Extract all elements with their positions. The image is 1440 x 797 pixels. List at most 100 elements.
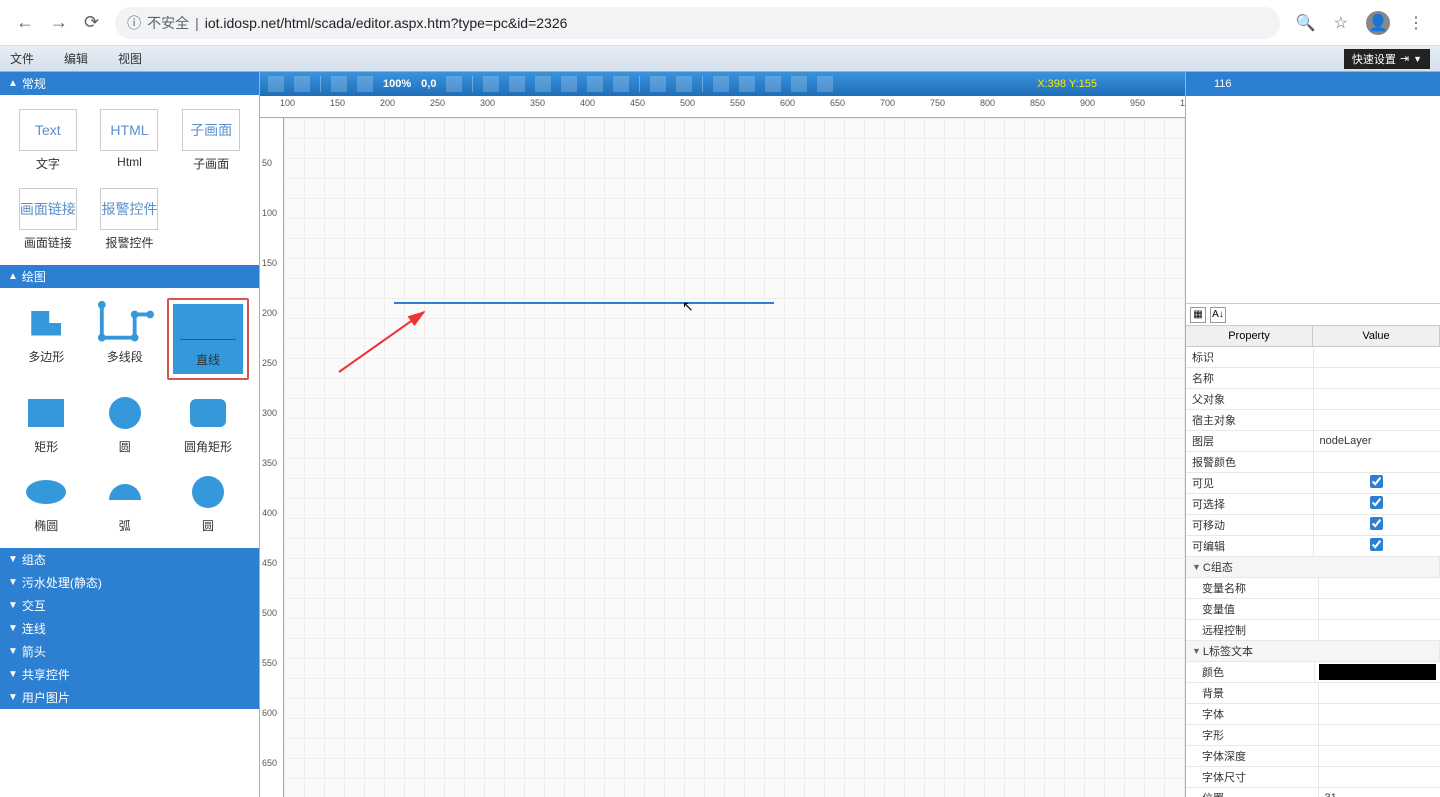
property-value[interactable] xyxy=(1314,460,1440,464)
property-value[interactable] xyxy=(1319,628,1440,632)
property-value[interactable] xyxy=(1319,712,1440,716)
property-row[interactable]: 名称 xyxy=(1186,368,1440,389)
canvas[interactable]: ↖ xyxy=(284,118,1185,797)
send-back-icon[interactable] xyxy=(739,76,755,92)
align-center-icon[interactable] xyxy=(509,76,525,92)
az-sort-icon[interactable]: A↓ xyxy=(1210,307,1226,323)
checkbox-input[interactable] xyxy=(1370,538,1383,551)
star-icon[interactable]: ☆ xyxy=(1334,13,1348,33)
menu-edit[interactable]: 编辑 xyxy=(64,50,88,67)
shape-item-polyline[interactable]: 多线段 xyxy=(89,298,162,380)
shape-item[interactable]: 画面链接画面链接 xyxy=(10,184,86,255)
html-icon[interactable] xyxy=(765,76,781,92)
forward-icon[interactable]: → xyxy=(50,12,68,33)
menu-file[interactable]: 文件 xyxy=(10,50,34,67)
shape-item[interactable]: Text文字 xyxy=(10,105,86,176)
align-middle-icon[interactable] xyxy=(587,76,603,92)
property-row[interactable]: 变量名称 xyxy=(1186,578,1440,599)
zoom-out-icon[interactable] xyxy=(357,76,373,92)
shape-item[interactable]: 报警控件报警控件 xyxy=(92,184,168,255)
property-value[interactable] xyxy=(1314,536,1440,556)
distribute-h-icon[interactable] xyxy=(650,76,666,92)
property-value[interactable] xyxy=(1314,494,1440,514)
property-row[interactable]: 位置31 xyxy=(1186,788,1440,797)
property-row[interactable]: 字体 xyxy=(1186,704,1440,725)
section-group[interactable]: ▼组态 xyxy=(0,548,259,571)
property-row[interactable]: 远程控制 xyxy=(1186,620,1440,641)
save-icon[interactable] xyxy=(294,76,310,92)
property-row[interactable]: 可移动 xyxy=(1186,515,1440,536)
property-value[interactable] xyxy=(1319,754,1440,758)
property-row[interactable]: 报警颜色 xyxy=(1186,452,1440,473)
shape-item-circle[interactable]: 圆 xyxy=(89,388,162,459)
shape-item-circle2[interactable]: 圆 xyxy=(167,467,249,538)
property-row[interactable]: 背景 xyxy=(1186,683,1440,704)
shape-item-roundrect[interactable]: 圆角矩形 xyxy=(167,388,249,459)
property-row[interactable]: 宿主对象 xyxy=(1186,410,1440,431)
pointer-icon[interactable] xyxy=(268,76,284,92)
property-row[interactable]: 可见 xyxy=(1186,473,1440,494)
shape-item-polygon[interactable]: 多边形 xyxy=(10,298,83,380)
property-row[interactable]: 字体尺寸 xyxy=(1186,767,1440,788)
property-value[interactable] xyxy=(1314,515,1440,535)
property-row[interactable]: 父对象 xyxy=(1186,389,1440,410)
shape-item-line[interactable]: 直线 xyxy=(167,298,249,380)
section-userimg[interactable]: ▼用户图片 xyxy=(0,686,259,709)
property-value[interactable] xyxy=(1319,775,1440,779)
menu-view[interactable]: 视图 xyxy=(118,50,142,67)
shape-item-rect[interactable]: 矩形 xyxy=(10,388,83,459)
align-bottom-icon[interactable] xyxy=(613,76,629,92)
shape-item[interactable]: 子画面子画面 xyxy=(173,105,249,176)
section-interact[interactable]: ▼交互 xyxy=(0,594,259,617)
property-row[interactable]: 图层nodeLayer xyxy=(1186,431,1440,452)
align-left-icon[interactable] xyxy=(483,76,499,92)
property-value[interactable] xyxy=(1314,397,1440,401)
quick-settings-button[interactable]: 快速设置 ⇥ ▼ xyxy=(1344,49,1430,69)
undo-icon[interactable] xyxy=(446,76,462,92)
property-row[interactable]: 标识 xyxy=(1186,347,1440,368)
section-sewage[interactable]: ▼污水处理(静态) xyxy=(0,571,259,594)
property-row[interactable]: 可选择 xyxy=(1186,494,1440,515)
drawn-line-shape[interactable] xyxy=(394,302,774,304)
property-row[interactable]: 可编辑 xyxy=(1186,536,1440,557)
property-value[interactable] xyxy=(1314,355,1440,359)
distribute-v-icon[interactable] xyxy=(676,76,692,92)
property-row[interactable]: 颜色 xyxy=(1186,662,1440,683)
checkbox-input[interactable] xyxy=(1370,517,1383,530)
back-icon[interactable]: ← xyxy=(16,12,34,33)
section-connection[interactable]: ▼连线 xyxy=(0,617,259,640)
property-row[interactable]: 字形 xyxy=(1186,725,1440,746)
checkbox-input[interactable] xyxy=(1370,475,1383,488)
property-row[interactable]: ▼L标签文本 xyxy=(1186,641,1440,662)
property-value[interactable] xyxy=(1319,586,1440,590)
zoom-icon[interactable]: 🔍 xyxy=(1296,13,1316,33)
property-value[interactable] xyxy=(1319,733,1440,737)
property-value[interactable] xyxy=(1319,691,1440,695)
reload-icon[interactable]: ⟳ xyxy=(84,12,99,33)
property-value[interactable] xyxy=(1314,376,1440,380)
section-general[interactable]: ▲常规 xyxy=(0,72,259,95)
category-view-icon[interactable]: ▦ xyxy=(1190,307,1206,323)
property-row[interactable]: 变量值 xyxy=(1186,599,1440,620)
menu-icon[interactable]: ⋮ xyxy=(1408,13,1424,33)
section-arrow[interactable]: ▼箭头 xyxy=(0,640,259,663)
align-top-icon[interactable] xyxy=(561,76,577,92)
property-row[interactable]: ▼C组态 xyxy=(1186,557,1440,578)
property-value[interactable] xyxy=(1319,607,1440,611)
shape-item[interactable]: HTMLHtml xyxy=(92,105,168,176)
property-value[interactable] xyxy=(1319,664,1437,680)
avatar-icon[interactable]: 👤 xyxy=(1366,11,1390,35)
section-drawing[interactable]: ▲绘图 xyxy=(0,265,259,288)
info2-icon[interactable] xyxy=(817,76,833,92)
section-shared[interactable]: ▼共享控件 xyxy=(0,663,259,686)
shape-item-ellipse[interactable]: 椭圆 xyxy=(10,467,83,538)
property-value[interactable] xyxy=(1314,418,1440,422)
align-right-icon[interactable] xyxy=(535,76,551,92)
property-value[interactable] xyxy=(1314,473,1440,493)
shape-item-arc[interactable]: 弧 xyxy=(89,467,162,538)
bring-front-icon[interactable] xyxy=(713,76,729,92)
zoom-in-icon[interactable] xyxy=(331,76,347,92)
html2-icon[interactable] xyxy=(791,76,807,92)
checkbox-input[interactable] xyxy=(1370,496,1383,509)
url-bar[interactable]: ⓘ 不安全 | iot.idosp.net/html/scada/editor.… xyxy=(115,7,1280,39)
